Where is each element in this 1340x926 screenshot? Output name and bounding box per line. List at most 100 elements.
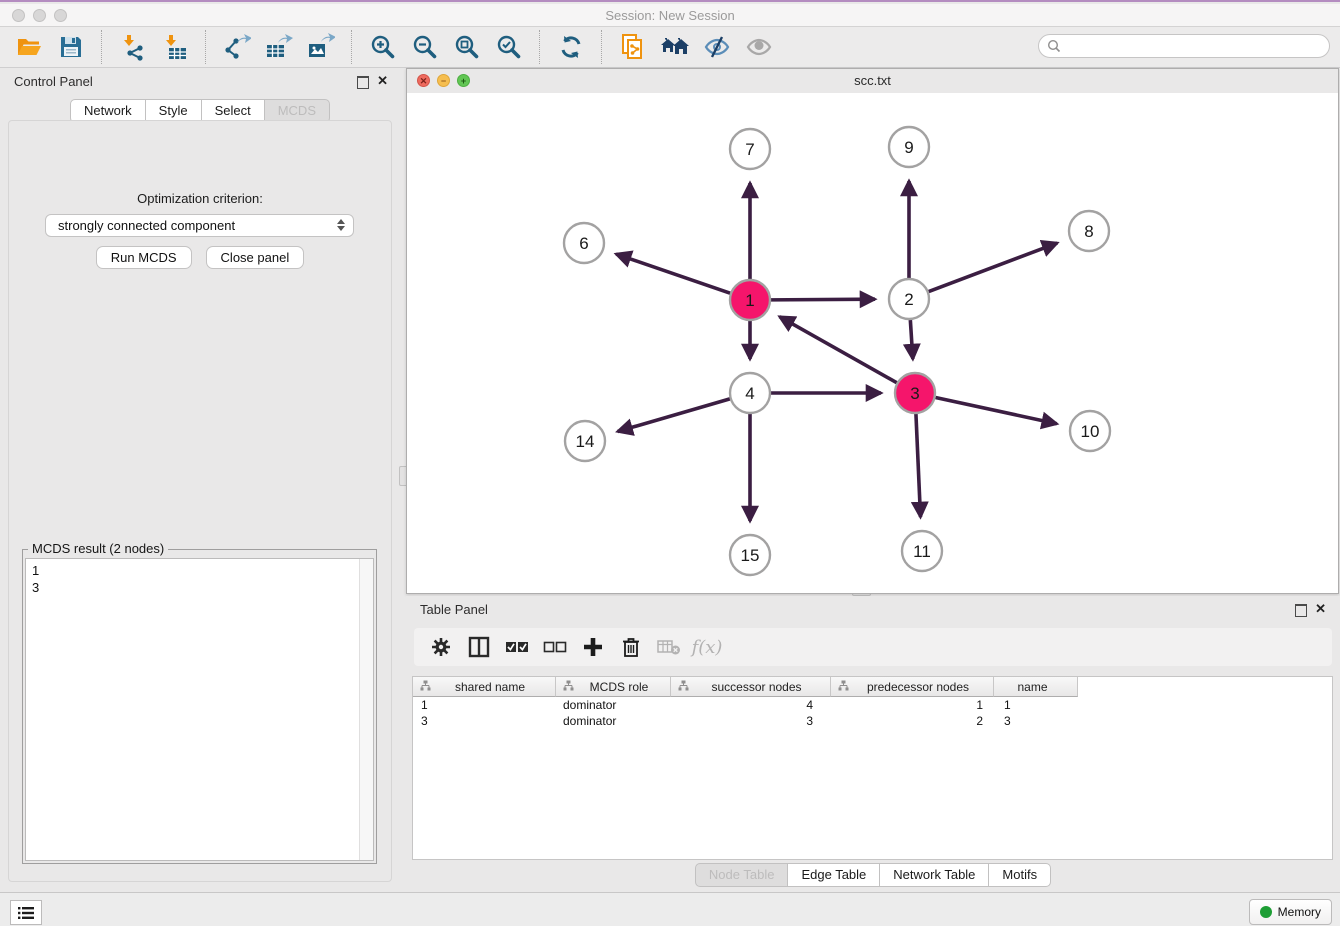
memory-button[interactable]: Memory (1249, 899, 1332, 925)
search-input[interactable] (1061, 36, 1329, 56)
network-view-window: ✕ − + scc.txt 1234678910111415 (406, 68, 1339, 594)
table-cell: 3 (671, 713, 831, 729)
toolbar-separator (539, 30, 541, 64)
close-panel-button-inner[interactable]: Close panel (206, 246, 305, 269)
mcds-result-group: MCDS result (2 nodes) 1 3 (22, 549, 377, 864)
graph-node-label: 10 (1081, 422, 1100, 441)
save-session-button[interactable] (54, 31, 88, 63)
task-history-button[interactable] (10, 900, 42, 925)
table-body: 1dominator4113dominator323 (413, 697, 1332, 729)
column-header-MCDS-role[interactable]: MCDS role (556, 677, 671, 697)
zoom-out-button[interactable] (408, 31, 442, 63)
export-table-icon (265, 33, 293, 61)
graph-edge-1-6[interactable] (616, 254, 730, 293)
import-table-button[interactable] (158, 31, 192, 63)
mcds-result-title: MCDS result (2 nodes) (28, 541, 168, 556)
delete-table-button[interactable] (654, 632, 684, 662)
table-tabs: Node TableEdge TableNetwork TableMotifs (406, 863, 1340, 887)
graph-edge-3-11[interactable] (916, 414, 921, 517)
close-panel-button[interactable]: ✕ (377, 74, 388, 88)
column-header-successor-nodes[interactable]: successor nodes (671, 677, 831, 697)
graph-node-label: 15 (741, 546, 760, 565)
float-table-panel-button[interactable] (1295, 604, 1307, 617)
table-row[interactable]: 1dominator411 (413, 697, 1332, 713)
search-field (1038, 34, 1330, 58)
delete-table-icon (657, 638, 681, 656)
graph-edge-2-3[interactable] (910, 320, 912, 359)
column-header-name[interactable]: name (994, 677, 1078, 697)
import-network-icon (119, 33, 147, 61)
graph-node-label: 9 (904, 138, 913, 157)
zoom-in-button[interactable] (366, 31, 400, 63)
tab-edge-table[interactable]: Edge Table (788, 863, 880, 887)
toolbar-separator (205, 30, 207, 64)
tree-icon (556, 680, 574, 694)
graph-node-label: 2 (904, 290, 913, 309)
mcds-result-area[interactable]: 1 3 (25, 558, 374, 861)
graph-edge-3-1[interactable] (780, 317, 897, 383)
table-toolbar: f(x) (414, 628, 1332, 666)
deselect-all-button[interactable] (540, 632, 570, 662)
delete-column-button[interactable] (616, 632, 646, 662)
status-bar: Memory (0, 892, 1340, 926)
network-canvas[interactable]: 1234678910111415 (407, 93, 1338, 593)
toolbar-separator (101, 30, 103, 64)
table-header-row: shared nameMCDS rolesuccessor nodesprede… (413, 677, 1332, 697)
tree-icon (671, 680, 689, 694)
graph-node-label: 11 (913, 542, 931, 561)
graph-edge-4-14[interactable] (618, 399, 730, 432)
table-settings-button[interactable] (426, 632, 456, 662)
export-network-button[interactable] (220, 31, 254, 63)
import-network-button[interactable] (116, 31, 150, 63)
table-cell: dominator (556, 697, 671, 713)
run-mcds-button[interactable]: Run MCDS (96, 246, 192, 269)
table-row[interactable]: 3dominator323 (413, 713, 1332, 729)
table-cell: 1 (831, 697, 994, 713)
add-button[interactable] (578, 632, 608, 662)
toggle-column-button[interactable] (464, 632, 494, 662)
column-header-shared-name[interactable]: shared name (413, 677, 556, 697)
open-session-button[interactable] (12, 31, 46, 63)
clone-network-button[interactable] (616, 31, 650, 63)
scrollbar-track[interactable] (359, 559, 373, 860)
mcds-tab-content: Optimization criterion: strongly connect… (8, 120, 392, 882)
criterion-value: strongly connected component (58, 218, 235, 233)
node-table: shared nameMCDS rolesuccessor nodesprede… (412, 676, 1333, 860)
graph-node-label: 1 (745, 291, 754, 310)
save-icon (58, 34, 84, 60)
select-chevrons-icon (337, 219, 345, 231)
show-all-button[interactable] (742, 31, 776, 63)
zoom-selected-button[interactable] (492, 31, 526, 63)
mcds-result-text: 1 3 (26, 559, 373, 599)
apply-layout-button[interactable] (554, 31, 588, 63)
zoom-fit-icon (453, 33, 481, 61)
toolbar-separator (601, 30, 603, 64)
tree-icon (831, 680, 849, 694)
close-table-panel-button[interactable]: ✕ (1315, 602, 1326, 616)
zoom-fit-button[interactable] (450, 31, 484, 63)
table-cell: 4 (671, 697, 831, 713)
graph-edge-2-8[interactable] (929, 243, 1058, 292)
hide-selected-button[interactable] (700, 31, 734, 63)
tab-node-table[interactable]: Node Table (695, 863, 789, 887)
home-button[interactable] (658, 31, 692, 63)
criterion-select[interactable]: strongly connected component (45, 214, 354, 237)
table-cell: dominator (556, 713, 671, 729)
select-all-button[interactable] (502, 632, 532, 662)
tab-network-table[interactable]: Network Table (880, 863, 989, 887)
float-panel-button[interactable] (357, 76, 369, 89)
table-cell: 2 (831, 713, 994, 729)
tree-icon (413, 680, 431, 694)
export-table-button[interactable] (262, 31, 296, 63)
network-window-titlebar: ✕ − + scc.txt (407, 69, 1338, 94)
graph-node-label: 6 (579, 234, 588, 253)
export-image-button[interactable] (304, 31, 338, 63)
graph-edge-3-10[interactable] (936, 397, 1057, 423)
column-header-predecessor-nodes[interactable]: predecessor nodes (831, 677, 994, 697)
function-builder-button[interactable]: f(x) (692, 632, 722, 662)
table-cell: 1 (413, 697, 556, 713)
graph-edge-1-2[interactable] (771, 299, 875, 300)
tab-motifs[interactable]: Motifs (989, 863, 1051, 887)
list-icon (17, 906, 35, 920)
titlebar: Session: New Session (0, 4, 1340, 27)
